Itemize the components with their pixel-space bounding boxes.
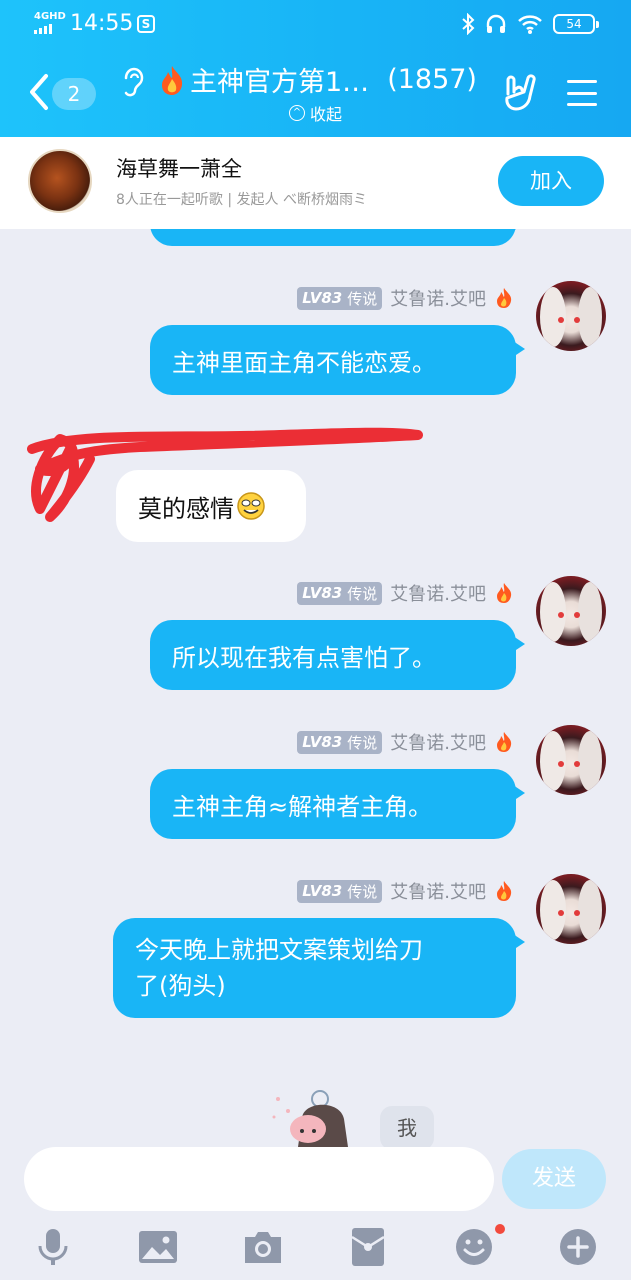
level-badge: LV83 传说 [297, 581, 383, 605]
status-bar: 4GHD 14:55 S 54 [0, 0, 631, 50]
avatar[interactable] [536, 874, 606, 944]
avatar[interactable] [536, 281, 606, 351]
menu-icon[interactable] [567, 80, 597, 106]
fire-icon [497, 583, 512, 603]
composer: 发送 [0, 1147, 631, 1280]
clock: 14:55 [70, 11, 134, 36]
collapse-label: 收起 [310, 105, 343, 124]
signal-icon: 4GHD [34, 12, 66, 34]
sticker-image[interactable] [268, 1079, 378, 1147]
sender-meta: LV83 传说 艾鲁诺.艾吧 [297, 580, 514, 606]
song-title: 海草舞一萧全 [116, 157, 242, 181]
message-bubble[interactable]: 主神主角≈解神者主角。 [150, 769, 525, 839]
level-badge: LV83 传说 [297, 879, 383, 903]
image-icon[interactable] [138, 1227, 178, 1267]
sender-name[interactable]: 艾鲁诺.艾吧 [390, 285, 486, 311]
member-count: (1857) [387, 64, 477, 95]
message-bubble[interactable]: 所以现在我有点害怕了。 [150, 620, 525, 690]
fire-icon [162, 65, 183, 95]
composer-toolbar [0, 1224, 631, 1267]
message-list[interactable]: LV83 传说 艾鲁诺.艾吧 主神里面主角不能恋爱。 莫的感情 LV83 传说 艾鲁… [0, 229, 631, 1147]
message-bubble-partial[interactable] [150, 229, 525, 246]
plus-icon[interactable] [558, 1227, 598, 1267]
sender-meta: LV83 传说 艾鲁诺.艾吧 [297, 878, 514, 904]
sender-name[interactable]: 艾鲁诺.艾吧 [390, 580, 486, 606]
avatar[interactable] [536, 725, 606, 795]
level-badge: LV83 传说 [297, 286, 383, 310]
chevron-up-icon: ^ [289, 105, 305, 121]
sender-name[interactable]: 艾鲁诺.艾吧 [390, 729, 486, 755]
notification-app-icon: S [137, 15, 155, 33]
fire-icon [497, 288, 512, 308]
rock-hand-icon[interactable] [500, 72, 538, 112]
sender-meta: LV83 传说 艾鲁诺.艾吧 [297, 729, 514, 755]
notification-dot [495, 1224, 505, 1234]
microphone-icon[interactable] [33, 1227, 73, 1267]
me-tag: 我 [380, 1106, 434, 1147]
join-button[interactable]: 加入 [498, 156, 604, 206]
bluetooth-icon [462, 13, 475, 35]
ear-icon[interactable] [120, 64, 146, 100]
unread-count-badge[interactable]: 2 [52, 78, 96, 110]
battery-indicator: 54 [553, 14, 599, 34]
back-icon[interactable] [26, 72, 50, 112]
collapse-toggle[interactable]: ^ 收起 [289, 101, 342, 125]
camera-icon[interactable] [243, 1227, 283, 1267]
level-badge: LV83 传说 [297, 730, 383, 754]
chat-header: 4GHD 14:55 S 54 2 主神官方第1… (1857) ^ 收起 [0, 0, 631, 137]
message-input[interactable] [24, 1147, 494, 1211]
grin-emoji-icon [237, 492, 265, 520]
sender-meta: LV83 传说 艾鲁诺.艾吧 [297, 285, 514, 311]
headphones-icon [486, 14, 506, 33]
message-bubble-incoming[interactable]: 莫的感情 [116, 470, 306, 542]
group-title[interactable]: 主神官方第1… (1857) [158, 60, 477, 99]
emoji-icon[interactable] [454, 1227, 494, 1267]
group-name: 主神官方第1… [190, 67, 370, 98]
send-button[interactable]: 发送 [502, 1149, 606, 1209]
fire-icon [497, 881, 512, 901]
fire-icon [497, 732, 512, 752]
sender-name[interactable]: 艾鲁诺.艾吧 [390, 878, 486, 904]
message-bubble[interactable]: 主神里面主角不能恋爱。 [150, 325, 525, 395]
wifi-icon [518, 15, 542, 34]
message-bubble[interactable]: 今天晚上就把文案策划给刀 了(狗头) [113, 918, 525, 1018]
listen-together-bar[interactable]: 海草舞一萧全 8人正在一起听歌 | 发起人 べ断桥烟雨ミ 加入 [0, 137, 631, 229]
red-packet-icon[interactable] [348, 1227, 388, 1267]
listen-info: 8人正在一起听歌 | 发起人 べ断桥烟雨ミ [116, 192, 367, 208]
avatar[interactable] [536, 576, 606, 646]
album-cover [28, 149, 92, 213]
